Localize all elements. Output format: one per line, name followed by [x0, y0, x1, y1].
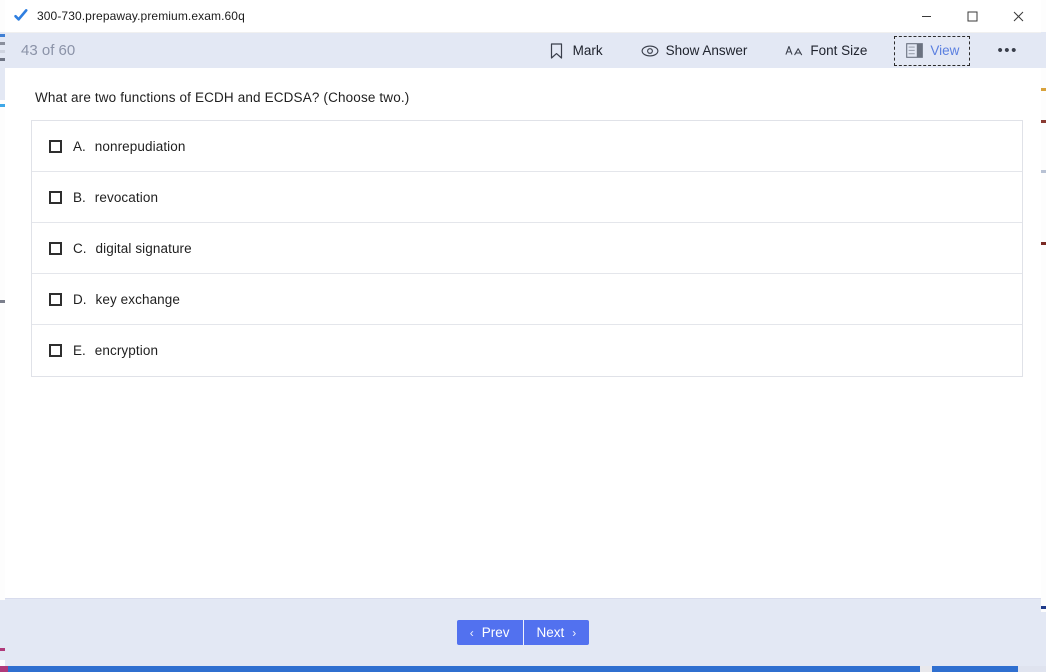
answer-checkbox-d[interactable]	[49, 292, 62, 306]
option-letter-e: E.	[73, 343, 86, 358]
option-label-c: digital signature	[95, 240, 192, 256]
answer-checkbox-e[interactable]	[49, 344, 62, 357]
answer-option-b[interactable]: B. revocation	[32, 172, 1022, 223]
exam-toolbar: 43 of 60 Mark Show Answer Font Size View…	[5, 33, 1041, 68]
taskbar-sliver	[0, 666, 1046, 672]
overflow-menu-button[interactable]: •••	[990, 38, 1025, 63]
chevron-right-icon: ›	[572, 625, 577, 640]
maximize-button[interactable]	[949, 0, 995, 32]
answer-option-e[interactable]: E. encryption	[32, 325, 1022, 376]
font-size-icon	[785, 42, 803, 60]
mark-button-label: Mark	[572, 43, 603, 58]
question-content-area: What are two functions of ECDH and ECDSA…	[5, 68, 1041, 598]
window-title: 300-730.prepaway.premium.exam.60q	[37, 9, 245, 23]
maximize-icon	[967, 11, 977, 21]
answer-checkbox-a[interactable]	[49, 139, 62, 153]
show-answer-button-label: Show Answer	[665, 43, 748, 58]
exam-app-window: 300-730.prepaway.premium.exam.60q 43 of …	[5, 0, 1041, 666]
close-button[interactable]	[995, 0, 1041, 32]
option-letter-c: C.	[73, 240, 87, 256]
prev-button[interactable]: ‹ Prev	[456, 620, 524, 645]
question-text: What are two functions of ECDH and ECDSA…	[35, 90, 410, 105]
minimize-button[interactable]	[903, 0, 949, 32]
font-size-button[interactable]: Font Size	[776, 38, 876, 64]
answer-option-c[interactable]: C. digital signature	[32, 223, 1022, 274]
answer-checkbox-c[interactable]	[49, 241, 62, 255]
option-letter-b: B.	[73, 189, 86, 205]
answer-options-list: A. nonrepudiation B. revocation C. digit…	[31, 120, 1023, 377]
option-letter-a: A.	[73, 138, 86, 154]
view-button-label: View	[930, 43, 960, 58]
window-controls	[903, 0, 1041, 32]
mark-button[interactable]: Mark	[539, 38, 612, 64]
answer-option-a[interactable]: A. nonrepudiation	[32, 121, 1022, 172]
chevron-left-icon: ‹	[469, 625, 474, 640]
option-letter-d: D.	[73, 291, 87, 307]
eye-icon	[641, 42, 659, 60]
question-progress-label: 43 of 60	[21, 42, 76, 59]
more-horizontal-icon: •••	[997, 42, 1018, 59]
option-label-b: revocation	[94, 189, 159, 205]
bookmark-icon	[548, 42, 566, 60]
show-answer-button[interactable]: Show Answer	[632, 38, 757, 64]
blue-checkmark-icon	[12, 7, 30, 25]
answer-option-d[interactable]: D. key exchange	[32, 274, 1022, 325]
answer-checkbox-b[interactable]	[49, 190, 62, 204]
option-label-d: key exchange	[95, 291, 181, 307]
title-bar: 300-730.prepaway.premium.exam.60q	[5, 0, 1041, 33]
next-button-label: Next	[536, 625, 565, 640]
view-button[interactable]: View	[894, 35, 971, 66]
layout-panel-icon	[905, 42, 923, 60]
toolbar-actions: Mark Show Answer Font Size View •••	[529, 35, 1027, 66]
prev-next-button-group: ‹ Prev Next ›	[456, 620, 590, 645]
option-label-e: encryption	[94, 343, 159, 358]
minimize-icon	[921, 15, 931, 17]
next-button[interactable]: Next ›	[523, 620, 590, 645]
close-icon	[1013, 11, 1023, 21]
option-label-a: nonrepudiation	[94, 138, 186, 154]
font-size-button-label: Font Size	[810, 43, 868, 58]
prev-button-label: Prev	[481, 625, 510, 640]
navigation-footer: ‹ Prev Next ›	[5, 598, 1041, 666]
